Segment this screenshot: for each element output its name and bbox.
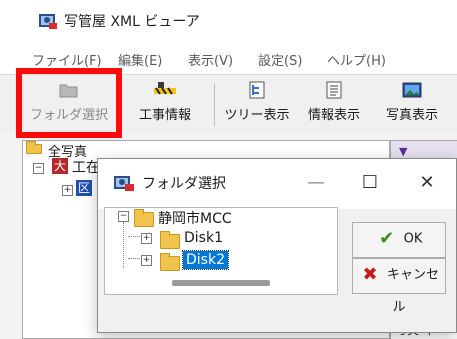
check-icon: ✔ [379,228,395,249]
menu-file[interactable]: ファイル(F) [32,50,102,69]
toolbar-separator [214,84,215,126]
work-info-icon [128,80,202,102]
folder-icon [134,209,154,227]
tree-item-disk2-selected[interactable]: Disk2 [182,250,229,270]
info-view-icon [302,80,366,102]
tree-view-icon [220,80,294,102]
category-badge: 大 [52,158,68,174]
tree-collapse-toggle[interactable]: − [118,211,129,222]
menu-edit[interactable]: 編集(E) [118,50,162,69]
photo-view-label: 写真表示 [385,108,438,123]
menu-view[interactable]: 表示(V) [188,50,233,69]
ok-label: OK [403,231,423,247]
minimize-button[interactable]: — [306,174,326,192]
tree-view-button[interactable]: ツリー表示 [220,80,294,130]
close-button[interactable]: ✕ [417,174,437,192]
horizontal-scrollbar-thumb[interactable] [172,280,270,286]
info-view-label: 情報表示 [307,108,360,123]
maximize-button[interactable]: ☐ [360,174,380,192]
folder-icon [26,141,42,154]
work-info-button[interactable]: 工事情報 [128,80,202,130]
photo-view-icon [374,80,450,102]
menu-help[interactable]: ヘルプ(H) [327,50,386,69]
ok-button[interactable]: ✔ OK [352,222,446,258]
section-badge: 区 [76,180,92,196]
info-view-button[interactable]: 情報表示 [302,80,366,130]
tree-expand-toggle[interactable]: + [141,233,152,244]
dialog-title: フォルダ選択 [142,176,226,192]
cancel-button[interactable]: ✖ キャンセル [352,258,446,315]
tree-connector [123,222,124,268]
tree-work-label: 工在 [72,160,100,176]
highlight-frame [16,68,122,138]
folder-icon [160,253,180,271]
menu-settings[interactable]: 設定(S) [258,50,302,69]
tree-root-folder[interactable]: 静岡市MCC [158,208,232,228]
dialog-app-icon [113,172,135,192]
tree-expand-toggle[interactable]: + [141,255,152,266]
work-info-label: 工事情報 [138,108,191,123]
cross-icon: ✖ [362,264,378,285]
photo-view-button[interactable]: 写真表示 [374,80,450,130]
tree-expander[interactable]: + [62,185,73,196]
tree-view-label: ツリー表示 [224,108,290,123]
app-title: 写管屋 XML ビューア [64,14,200,30]
app-icon [38,10,58,30]
tree-item-disk1[interactable]: Disk1 [184,230,223,246]
folder-icon [160,231,180,249]
tree-expander[interactable]: − [33,163,44,174]
dropdown-arrow-icon[interactable]: ▼ [399,145,407,158]
